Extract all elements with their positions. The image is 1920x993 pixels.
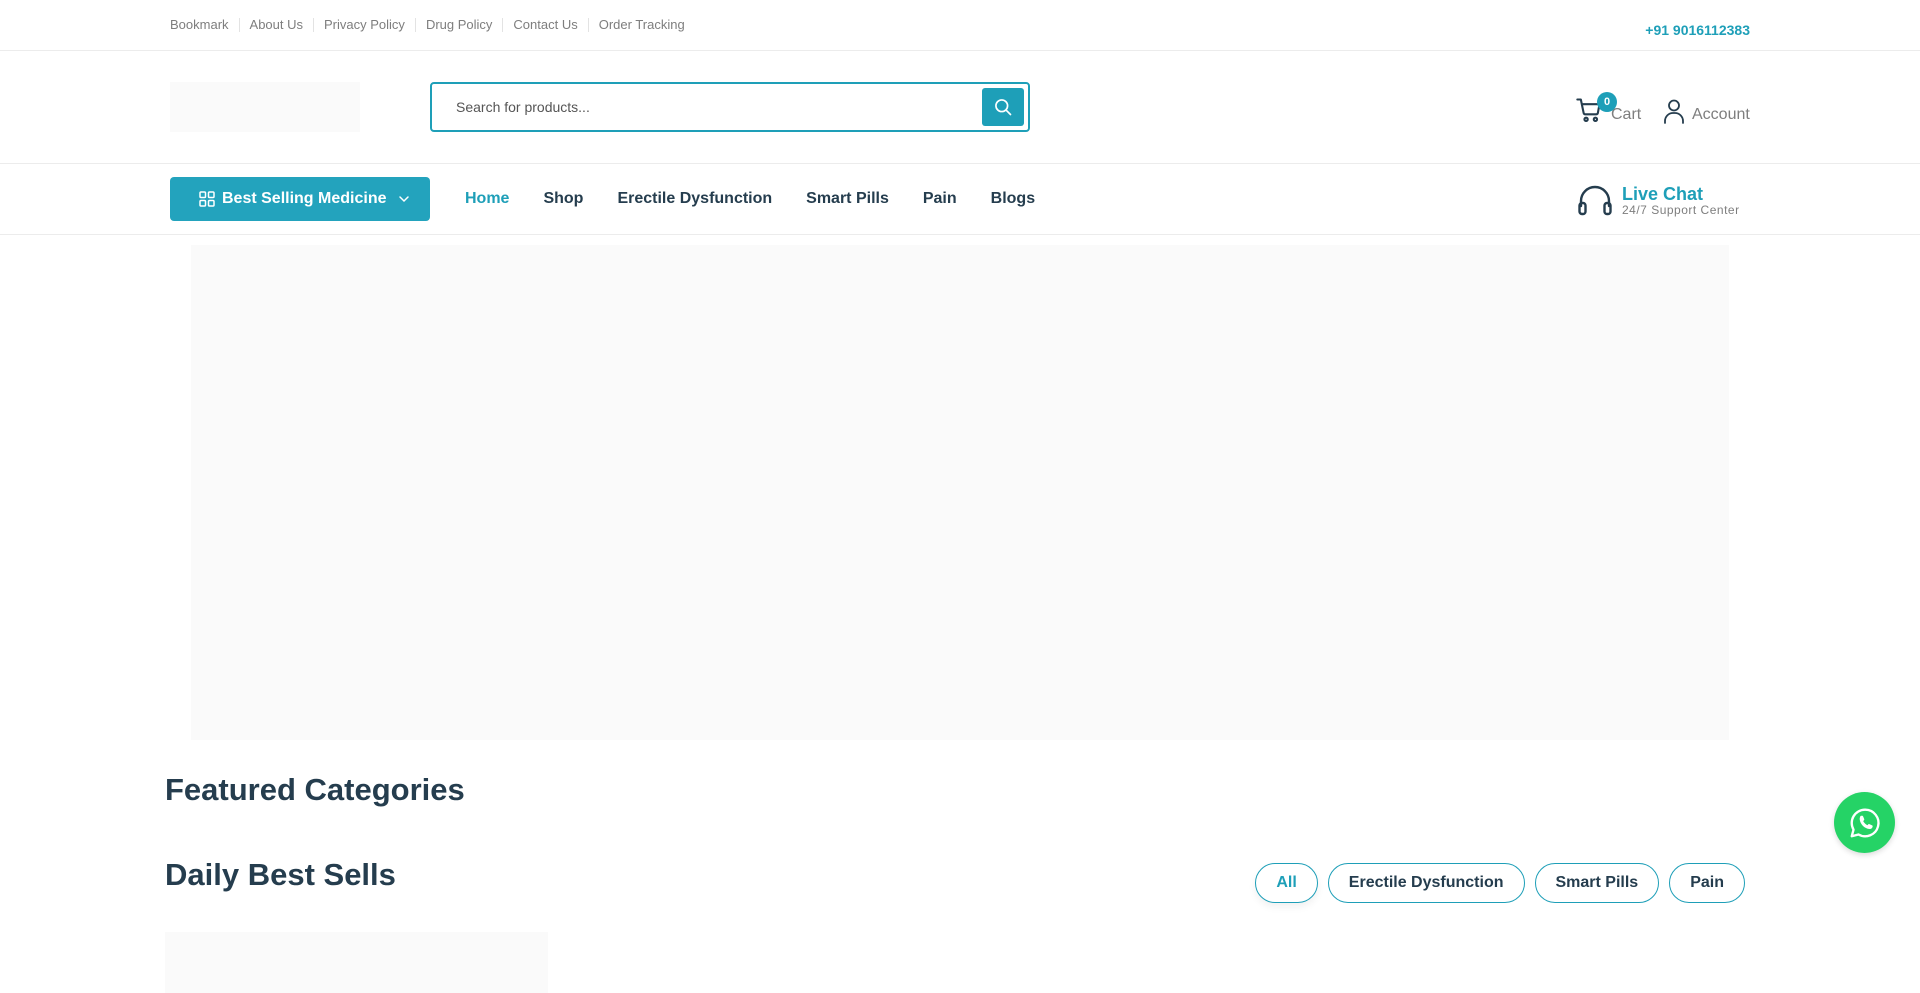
search-bar (430, 82, 1030, 132)
order-tracking-link[interactable]: Order Tracking (587, 18, 695, 32)
whatsapp-icon (1850, 808, 1880, 837)
search-button[interactable] (982, 88, 1024, 126)
live-chat[interactable]: Live Chat 24/7 Support Center (1577, 184, 1740, 218)
nav-erectile-dysfunction[interactable]: Erectile Dysfunction (617, 189, 772, 209)
drug-policy-link[interactable]: Drug Policy (414, 18, 502, 32)
cart-label: Cart (1611, 106, 1642, 123)
top-bar: Bookmark About Us Privacy Policy Drug Po… (0, 0, 1920, 51)
filter-smart-pills[interactable]: Smart Pills (1534, 863, 1660, 903)
privacy-policy-link[interactable]: Privacy Policy (313, 18, 415, 32)
cart-count-badge: 0 (1597, 92, 1617, 112)
phone-number[interactable]: +91 9016112383 (1645, 22, 1750, 38)
filter-pain[interactable]: Pain (1669, 863, 1745, 903)
account-label: Account (1692, 106, 1750, 123)
search-input[interactable] (456, 96, 976, 118)
chevron-down-icon (399, 196, 410, 203)
whatsapp-button[interactable] (1834, 792, 1895, 853)
nav-pain[interactable]: Pain (923, 189, 957, 209)
daily-best-sells-title: Daily Best Sells (165, 857, 396, 892)
contact-us-link[interactable]: Contact Us (502, 18, 587, 32)
product-filter-tabs: All Erectile Dysfunction Smart Pills Pai… (1245, 863, 1745, 903)
cart-button[interactable]: 0 Cart (1575, 92, 1642, 124)
browse-categories-button[interactable]: Best Selling Medicine (170, 177, 430, 221)
headset-icon (1578, 185, 1612, 216)
nav-shop[interactable]: Shop (543, 189, 583, 209)
account-button[interactable]: Account (1662, 98, 1750, 124)
filter-erectile-dysfunction[interactable]: Erectile Dysfunction (1327, 863, 1525, 903)
live-chat-title: Live Chat (1622, 184, 1704, 204)
header: 0 Cart Account (0, 51, 1920, 164)
featured-categories-title: Featured Categories (165, 772, 465, 807)
nav-smart-pills[interactable]: Smart Pills (806, 189, 889, 209)
nav-menu: Home Shop Erectile Dysfunction Smart Pil… (465, 189, 1069, 209)
site-logo[interactable] (170, 82, 360, 132)
search-icon (995, 99, 1012, 116)
nav-home[interactable]: Home (465, 189, 509, 209)
category-button-label: Best Selling Medicine (222, 190, 387, 207)
main-nav: Best Selling Medicine Home Shop Erectile… (0, 164, 1920, 235)
grid-icon (199, 191, 215, 207)
filter-all[interactable]: All (1255, 863, 1318, 903)
nav-blogs[interactable]: Blogs (991, 189, 1035, 209)
bookmark-link[interactable]: Bookmark (170, 18, 239, 32)
live-chat-subtitle: 24/7 Support Center (1622, 203, 1740, 217)
about-us-link[interactable]: About Us (238, 18, 313, 32)
top-links: Bookmark About Us Privacy Policy Drug Po… (170, 18, 695, 32)
hero-banner[interactable] (191, 245, 1729, 740)
product-card[interactable] (165, 932, 548, 993)
user-icon (1664, 99, 1684, 124)
